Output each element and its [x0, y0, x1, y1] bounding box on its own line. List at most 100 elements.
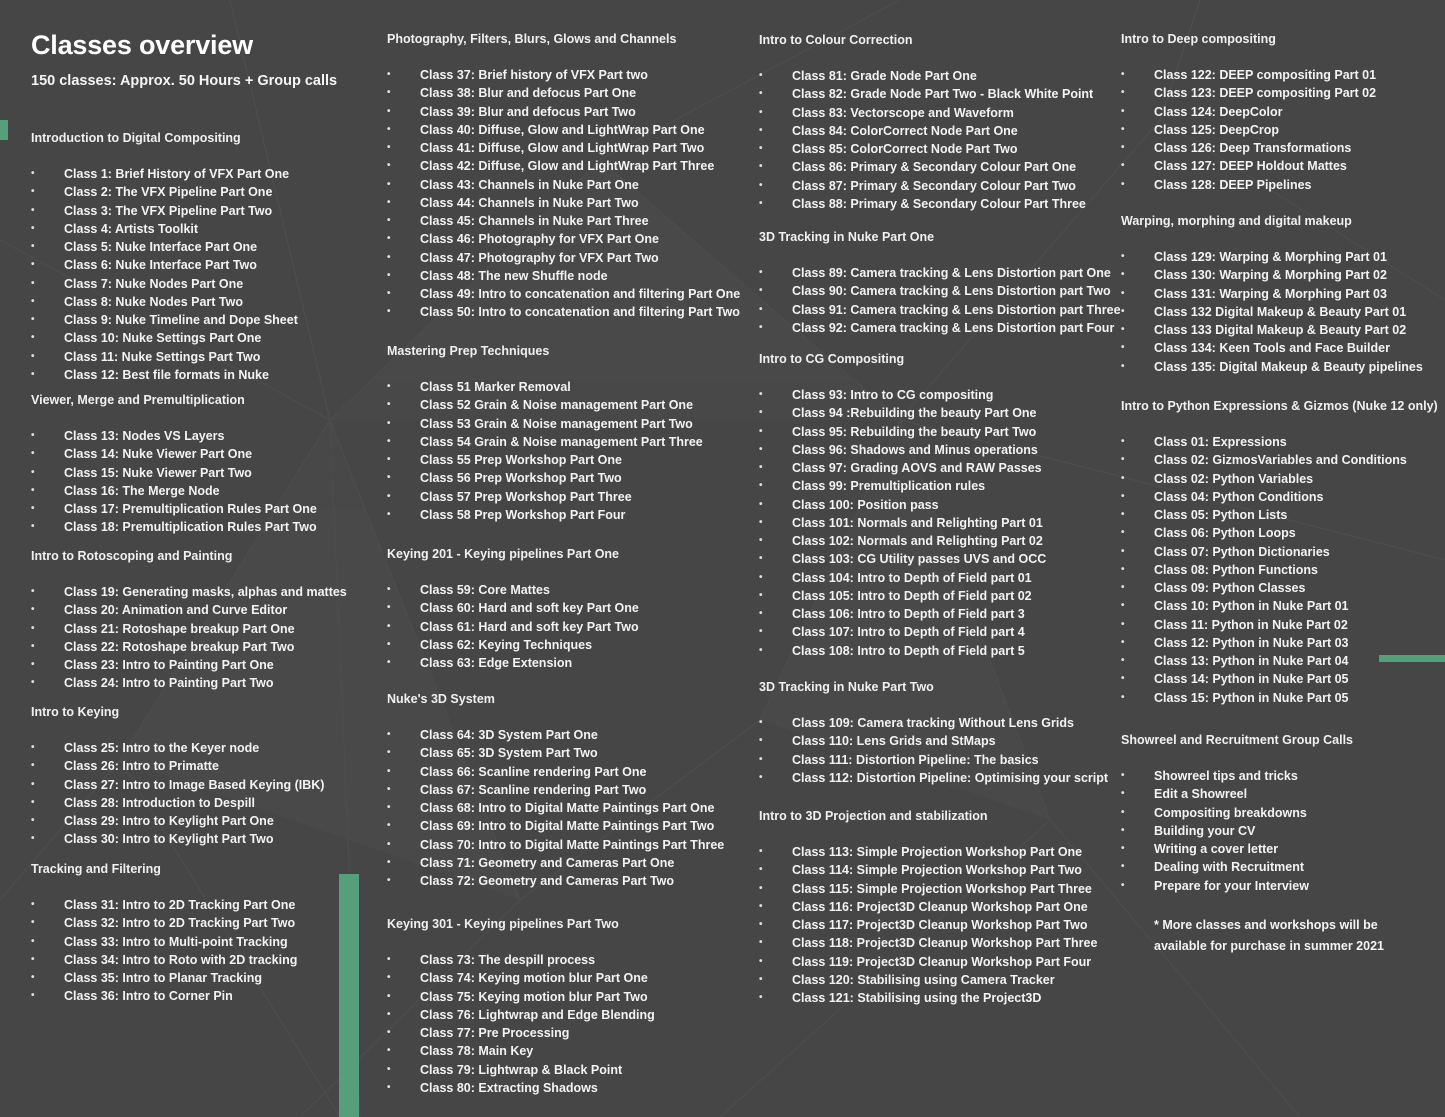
class-item: Class 07: Python Dictionaries — [1121, 543, 1441, 562]
class-item: Class 17: Premultiplication Rules Part O… — [31, 500, 351, 519]
class-item: Class 128: DEEP Pipelines — [1121, 176, 1441, 195]
class-item: Class 95: Rebuilding the beauty Part Two — [759, 423, 1119, 442]
class-item: Writing a cover letter — [1121, 840, 1441, 859]
class-list: Class 37: Brief history of VFX Part twoC… — [387, 66, 747, 322]
class-list: Class 109: Camera tracking Without Lens … — [759, 714, 1119, 787]
class-item: Class 40: Diffuse, Glow and LightWrap Pa… — [387, 121, 747, 140]
class-item: Class 89: Camera tracking & Lens Distort… — [759, 264, 1119, 283]
class-list: Class 19: Generating masks, alphas and m… — [31, 583, 351, 693]
class-item: Class 112: Distortion Pipeline: Optimisi… — [759, 769, 1119, 788]
class-list: Class 64: 3D System Part OneClass 65: 3D… — [387, 726, 747, 891]
class-item: Class 87: Primary & Secondary Colour Par… — [759, 177, 1119, 196]
class-item: Class 06: Python Loops — [1121, 524, 1441, 543]
class-item: Class 28: Introduction to Despill — [31, 794, 351, 813]
class-item: Class 101: Normals and Relighting Part 0… — [759, 514, 1119, 533]
class-item: Class 90: Camera tracking & Lens Distort… — [759, 282, 1119, 301]
class-item: Class 96: Shadows and Minus operations — [759, 441, 1119, 460]
class-item: Class 11: Nuke Settings Part Two — [31, 348, 351, 367]
class-item: Class 58 Prep Workshop Part Four — [387, 506, 747, 525]
class-item: Class 94 :Rebuilding the beauty Part One — [759, 404, 1119, 423]
class-item: Class 43: Channels in Nuke Part One — [387, 176, 747, 195]
class-item: Class 49: Intro to concatenation and fil… — [387, 285, 747, 304]
section-title: Introduction to Digital Compositing — [31, 131, 241, 145]
section-keying-201: Keying 201 - Keying pipelines Part One C… — [387, 545, 747, 673]
class-item: Class 62: Keying Techniques — [387, 636, 747, 655]
class-item: Class 9: Nuke Timeline and Dope Sheet — [31, 311, 351, 330]
class-item: Class 41: Diffuse, Glow and LightWrap Pa… — [387, 139, 747, 158]
footnote-line: available for purchase in summer 2021 — [1154, 939, 1384, 954]
class-item: Class 125: DeepCrop — [1121, 121, 1441, 140]
class-item: Class 91: Camera tracking & Lens Distort… — [759, 301, 1121, 320]
class-item: Class 121: Stabilising using the Project… — [759, 989, 1119, 1008]
class-list: Class 59: Core MattesClass 60: Hard and … — [387, 581, 747, 673]
class-item: Class 116: Project3D Cleanup Workshop Pa… — [759, 898, 1119, 917]
class-item: Class 105: Intro to Depth of Field part … — [759, 587, 1119, 606]
class-item: Class 18: Premultiplication Rules Part T… — [31, 518, 351, 537]
class-item: Class 27: Intro to Image Based Keying (I… — [31, 776, 351, 795]
class-item: Class 23: Intro to Painting Part One — [31, 656, 351, 675]
class-item: Class 126: Deep Transformations — [1121, 139, 1441, 158]
class-item: Class 04: Python Conditions — [1121, 488, 1441, 507]
class-item: Class 107: Intro to Depth of Field part … — [759, 623, 1119, 642]
class-item: Class 05: Python Lists — [1121, 506, 1441, 525]
class-item: Class 57 Prep Workshop Part Three — [387, 488, 747, 507]
class-item: Class 86: Primary & Secondary Colour Par… — [759, 158, 1119, 177]
class-item: Class 131: Warping & Morphing Part 03 — [1121, 285, 1441, 304]
section-photography-filters: Photography, Filters, Blurs, Glows and C… — [387, 30, 747, 322]
class-item: Class 84: ColorCorrect Node Part One — [759, 122, 1119, 141]
class-item: Class 67: Scanline rendering Part Two — [387, 781, 747, 800]
class-list: Class 31: Intro to 2D Tracking Part One C… — [31, 896, 351, 1006]
class-item: Class 61: Hard and soft key Part Two — [387, 618, 747, 637]
class-item: Class 68: Intro to Digital Matte Paintin… — [387, 799, 747, 818]
class-item: Class 8: Nuke Nodes Part Two — [31, 293, 351, 312]
class-item: Showreel tips and tricks — [1121, 767, 1441, 786]
class-list: Class 1: Brief History of VFX Part OneCl… — [31, 165, 351, 384]
class-item: Class 35: Intro to Planar Tracking — [31, 969, 351, 988]
class-item: Class 13: Python in Nuke Part 04 — [1121, 652, 1441, 671]
class-list: Class 81: Grade Node Part OneClass 82: G… — [759, 67, 1119, 213]
class-item: Class 56 Prep Workshop Part Two — [387, 469, 747, 488]
class-item: Class 31: Intro to 2D Tracking Part One — [31, 896, 351, 915]
section-3d-tracking-one: 3D Tracking in Nuke Part One Class 89: C… — [759, 228, 1121, 337]
class-item: Class 130: Warping & Morphing Part 02 — [1121, 266, 1441, 285]
class-item: Class 66: Scanline rendering Part One — [387, 763, 747, 782]
class-item: Class 50: Intro to concatenation and fil… — [387, 303, 747, 322]
class-item: Class 117: Project3D Cleanup Workshop Pa… — [759, 916, 1119, 935]
section-cg-compositing: Intro to CG Compositing Class 93: Intro … — [759, 350, 1119, 660]
section-title: Intro to Colour Correction — [759, 33, 913, 47]
class-item: Class 122: DEEP compositing Part 01 — [1121, 66, 1441, 85]
class-item: Class 10: Nuke Settings Part One — [31, 329, 351, 348]
class-item: Class 22: Rotoshape breakup Part Two — [31, 638, 351, 657]
class-item: Class 93: Intro to CG compositing — [759, 386, 1119, 405]
class-item: Class 120: Stabilising using Camera Trac… — [759, 971, 1119, 990]
section-3d-projection: Intro to 3D Projection and stabilization… — [759, 807, 1119, 1008]
class-item: Class 15: Nuke Viewer Part Two — [31, 464, 351, 483]
class-item: Class 97: Grading AOVS and RAW Passes — [759, 459, 1119, 478]
class-item: Class 36: Intro to Corner Pin — [31, 987, 351, 1006]
class-item: Class 132 Digital Makeup & Beauty Part 0… — [1121, 303, 1441, 322]
class-item: Class 02: GizmosVariables and Conditions — [1121, 451, 1441, 470]
class-list: Showreel tips and tricksEdit a ShowreelC… — [1121, 767, 1441, 895]
section-showreel-recruitment: Showreel and Recruitment Group Calls Sho… — [1121, 731, 1441, 958]
class-item: Class 21: Rotoshape breakup Part One — [31, 620, 351, 639]
section-keying-301: Keying 301 - Keying pipelines Part Two C… — [387, 915, 747, 1097]
class-item: Class 09: Python Classes — [1121, 579, 1441, 598]
class-item: Class 72: Geometry and Cameras Part Two — [387, 872, 747, 891]
section-keying: Intro to Keying Class 25: Intro to the K… — [31, 703, 351, 849]
class-item: Class 114: Simple Projection Workshop Pa… — [759, 861, 1119, 880]
section-title: Warping, morphing and digital makeup — [1121, 214, 1352, 228]
class-item: Class 30: Intro to Keylight Part Two — [31, 830, 351, 849]
class-item: Class 37: Brief history of VFX Part two — [387, 66, 747, 85]
class-item: Class 60: Hard and soft key Part One — [387, 599, 747, 618]
class-item: Class 33: Intro to Multi-point Tracking — [31, 933, 351, 952]
page-title: Classes overview — [31, 30, 253, 60]
class-item: Class 134: Keen Tools and Face Builder — [1121, 339, 1441, 358]
class-item: Class 14: Python in Nuke Part 05 — [1121, 670, 1441, 689]
class-item: Class 115: Simple Projection Workshop Pa… — [759, 880, 1119, 899]
footnote: * More classes and workshops will be ava… — [1154, 915, 1441, 958]
class-item: Class 45: Channels in Nuke Part Three — [387, 212, 747, 231]
class-item: Class 47: Photography for VFX Part Two — [387, 249, 747, 268]
class-item: Class 38: Blur and defocus Part One — [387, 84, 747, 103]
class-item: Class 24: Intro to Painting Part Two — [31, 674, 351, 693]
class-item: Class 10: Python in Nuke Part 01 — [1121, 597, 1441, 616]
